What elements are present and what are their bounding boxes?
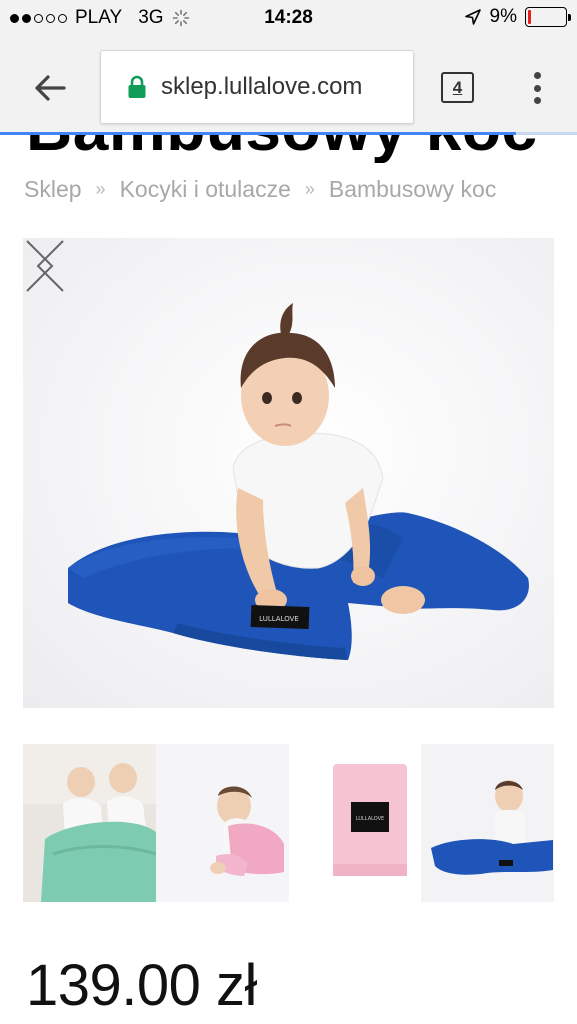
thumbnail-3[interactable]: LULLALOVE — [288, 744, 422, 902]
thumb-baby-pink-blanket — [155, 744, 289, 902]
address-bar[interactable]: sklep.lullalove.com — [100, 50, 414, 124]
thumb-pink-blanket-folded: LULLALOVE — [288, 744, 422, 902]
menu-dot — [533, 84, 541, 92]
browser-toolbar: sklep.lullalove.com 4 — [0, 36, 577, 134]
battery-percent: 9% — [489, 6, 517, 27]
battery-icon — [525, 7, 571, 27]
vertical-dots-icon — [533, 72, 541, 79]
status-right: 9% — [464, 6, 571, 28]
page-title: Bambusowy koc — [26, 135, 538, 163]
url-text: sklep.lullalove.com — [161, 73, 363, 100]
thumbnail-strip: LULLALOVE — [23, 744, 554, 902]
back-button[interactable] — [28, 66, 72, 110]
breadcrumb: Sklep » Kocyki i otulacze » Bambusowy ko… — [24, 176, 496, 203]
brand-label-text: LULLALOVE — [259, 615, 299, 623]
location-arrow-icon — [464, 9, 481, 25]
overflow-menu-button[interactable] — [524, 69, 550, 107]
menu-dot — [533, 97, 541, 104]
breadcrumb-separator: » — [304, 179, 315, 199]
arrow-left-icon — [35, 75, 66, 101]
brand-label-text: LULLALOVE — [355, 816, 383, 822]
product-main-image[interactable]: LULLALOVE — [23, 238, 554, 708]
thumbnail-2[interactable] — [155, 744, 289, 902]
breadcrumb-item-shop[interactable]: Sklep — [24, 176, 82, 203]
tab-switcher-button[interactable]: 4 — [441, 72, 474, 103]
product-price: 139.00 zł — [26, 953, 257, 1018]
breadcrumb-item-current: Bambusowy koc — [328, 176, 497, 202]
thumb-baby-blue-blanket — [421, 744, 554, 902]
thumb-twins-mint-blanket — [23, 744, 156, 902]
baby-with-blue-blanket-photo: LULLALOVE — [68, 303, 529, 660]
status-bar: PLAY 3G 14:28 9% — [0, 0, 577, 36]
breadcrumb-separator: » — [95, 179, 106, 199]
battery-fill — [528, 10, 532, 24]
breadcrumb-item-category[interactable]: Kocyki i otulacze — [120, 176, 291, 203]
page-title-clip: Bambusowy koc — [0, 135, 577, 163]
tab-count: 4 — [452, 77, 463, 97]
thumbnail-1[interactable] — [23, 744, 156, 902]
chevron-right-icon[interactable] — [23, 238, 57, 294]
thumbnail-4[interactable] — [421, 744, 554, 902]
lock-icon — [128, 75, 146, 98]
